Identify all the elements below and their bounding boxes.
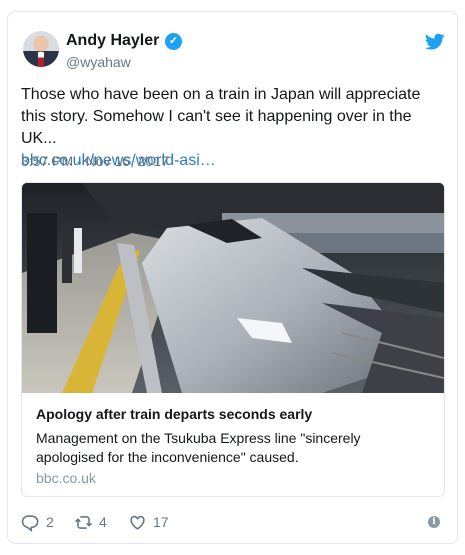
card-description: Management on the Tsukuba Express line "… bbox=[36, 430, 361, 465]
tweet-body: Those who have been on a train in Japan … bbox=[21, 86, 421, 147]
avatar[interactable] bbox=[23, 31, 59, 67]
retweet-button[interactable]: 4 bbox=[74, 512, 107, 532]
tweet-actions: 2 4 17 bbox=[21, 512, 441, 532]
heart-icon bbox=[130, 515, 145, 530]
link-card[interactable]: Apology after train departs seconds earl… bbox=[21, 182, 445, 497]
retweet-count: 4 bbox=[99, 514, 107, 530]
reply-icon bbox=[21, 514, 39, 532]
like-count: 17 bbox=[153, 514, 169, 530]
info-icon[interactable]: i bbox=[428, 516, 440, 528]
retweet-icon bbox=[75, 515, 92, 529]
author-name[interactable]: Andy Hayler bbox=[66, 32, 159, 50]
card-title[interactable]: Apology after train departs seconds earl… bbox=[36, 406, 312, 422]
like-button[interactable]: 17 bbox=[128, 512, 169, 532]
verified-check-icon: ✓ bbox=[165, 33, 182, 50]
author-handle[interactable]: @wyahaw bbox=[66, 54, 131, 70]
reply-count: 2 bbox=[46, 514, 54, 530]
reply-button[interactable]: 2 bbox=[21, 512, 54, 532]
card-image[interactable] bbox=[22, 183, 444, 393]
card-domain: bbc.co.uk bbox=[36, 470, 96, 486]
tweet-embed: Andy Hayler ✓ @wyahaw Those who have bee… bbox=[7, 11, 458, 544]
tweet-timestamp[interactable]: 3:57 PM - Nov 16, 2017 bbox=[21, 153, 169, 169]
twitter-bird-icon[interactable] bbox=[425, 33, 445, 51]
